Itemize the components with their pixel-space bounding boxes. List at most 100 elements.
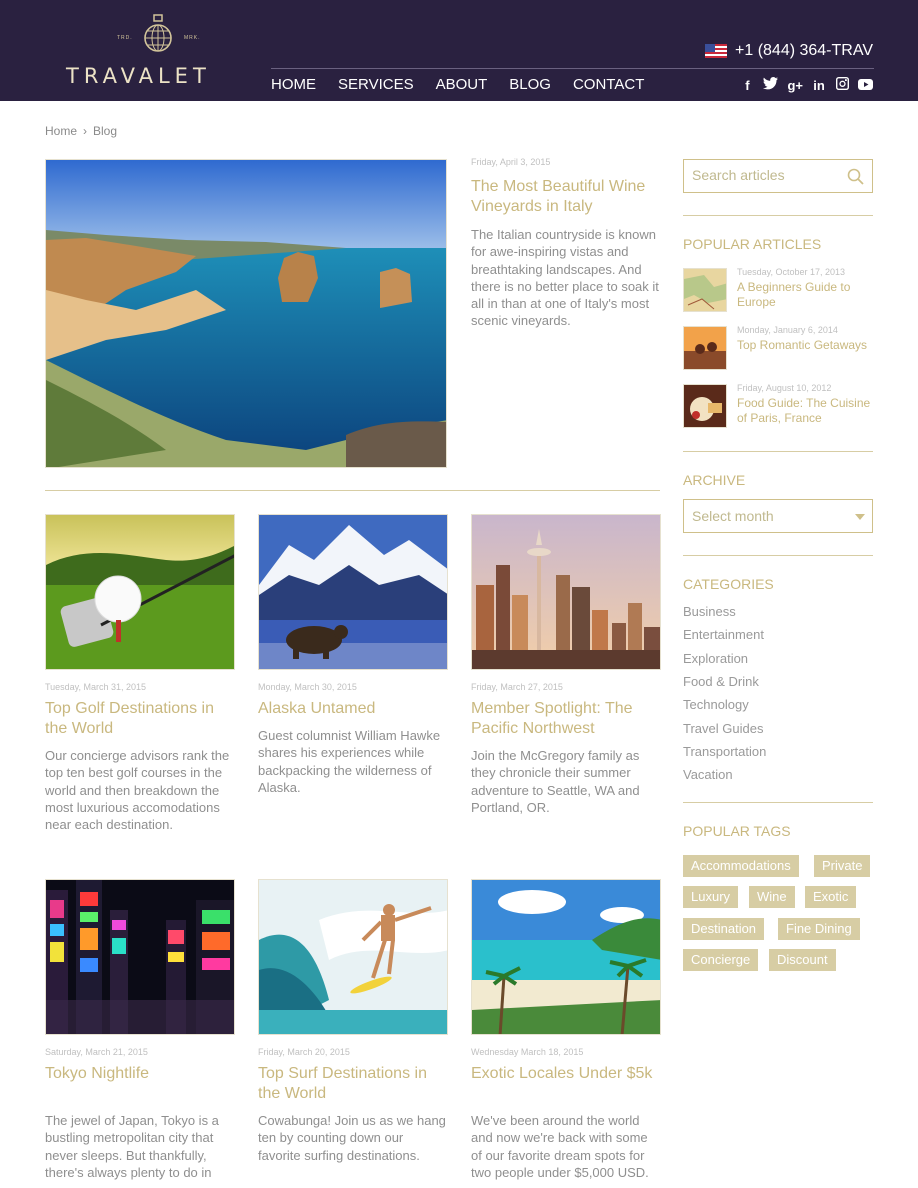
tag-button[interactable]: Luxury bbox=[683, 886, 739, 908]
twitter-icon[interactable] bbox=[763, 77, 779, 94]
popular-article-title[interactable]: A Beginners Guide to Europe bbox=[737, 280, 873, 310]
facebook-icon[interactable]: f bbox=[740, 78, 754, 94]
popular-article-title[interactable]: Top Romantic Getaways bbox=[737, 338, 873, 353]
category-link[interactable]: Entertainment bbox=[683, 627, 764, 642]
nav-blog[interactable]: BLOG bbox=[509, 76, 551, 93]
search-input[interactable] bbox=[692, 167, 842, 183]
tag-button[interactable]: Private bbox=[814, 855, 871, 877]
post-image-tokyo[interactable] bbox=[45, 879, 235, 1035]
category-link[interactable]: Technology bbox=[683, 697, 749, 712]
phone-number[interactable]: +1 (844) 364-TRAV bbox=[735, 42, 873, 60]
post-date: Friday, March 20, 2015 bbox=[258, 1047, 350, 1057]
featured-date: Friday, April 3, 2015 bbox=[471, 157, 551, 167]
nav-home[interactable]: HOME bbox=[271, 76, 316, 93]
post-title[interactable]: Top Surf Destinations in the World bbox=[258, 1064, 448, 1104]
post-title[interactable]: Top Golf Destinations in the World bbox=[45, 699, 235, 739]
logo-wordmark[interactable]: TRAVALET bbox=[66, 64, 211, 88]
nav-about[interactable]: ABOUT bbox=[436, 76, 488, 93]
post-excerpt: Join the McGregory family as they chroni… bbox=[471, 748, 640, 815]
featured-image-coastline[interactable] bbox=[45, 159, 447, 468]
post-card: Friday, March 27, 2015 Member Spotlight:… bbox=[471, 514, 661, 816]
post-image-beach[interactable] bbox=[471, 879, 661, 1035]
post-image-surf[interactable] bbox=[258, 879, 448, 1035]
post-image-seattle[interactable] bbox=[471, 514, 661, 670]
tag-button[interactable]: Accommodations bbox=[683, 855, 799, 877]
post-card: Friday, March 20, 2015 Top Surf Destinat… bbox=[258, 879, 448, 1164]
post-title[interactable]: Alaska Untamed bbox=[258, 699, 448, 719]
popular-article-date: Monday, January 6, 2014 bbox=[737, 325, 838, 335]
category-link[interactable]: Travel Guides bbox=[683, 721, 763, 736]
tag-button[interactable]: Concierge bbox=[683, 949, 759, 971]
instagram-icon[interactable] bbox=[835, 76, 849, 94]
post-date: Saturday, March 21, 2015 bbox=[45, 1047, 148, 1057]
social-links: f g+ in bbox=[740, 76, 873, 94]
breadcrumb: Home › Blog bbox=[45, 124, 117, 138]
post-image-alaska[interactable] bbox=[258, 514, 448, 670]
caret-down-icon bbox=[855, 514, 865, 520]
category-link[interactable]: Vacation bbox=[683, 767, 733, 782]
tag-button[interactable]: Destination bbox=[683, 918, 765, 940]
archive-select-value: Select month bbox=[692, 508, 774, 524]
post-excerpt: Guest columnist William Hawke shares his… bbox=[258, 728, 441, 795]
post-card: Tuesday, March 31, 2015 Top Golf Destina… bbox=[45, 514, 235, 833]
linkedin-icon[interactable]: in bbox=[812, 78, 826, 94]
logo-mrk-mark: MRK. bbox=[184, 35, 201, 41]
post-date: Monday, March 30, 2015 bbox=[258, 682, 357, 692]
post-image-golf[interactable] bbox=[45, 514, 235, 670]
tag-button[interactable]: Discount bbox=[769, 949, 836, 971]
chevron-right-icon: › bbox=[83, 124, 88, 138]
popular-article-thumb-food[interactable] bbox=[683, 384, 727, 428]
category-link[interactable]: Business bbox=[683, 604, 736, 619]
category-link[interactable]: Exploration bbox=[683, 651, 748, 666]
post-date: Wednesday March 18, 2015 bbox=[471, 1047, 584, 1057]
popular-tags-heading: POPULAR TAGS bbox=[683, 823, 791, 839]
nav-services[interactable]: SERVICES bbox=[338, 76, 414, 93]
popular-articles-heading: POPULAR ARTICLES bbox=[683, 236, 822, 252]
google-plus-icon[interactable]: g+ bbox=[787, 78, 803, 94]
post-title[interactable]: Exotic Locales Under $5k bbox=[471, 1064, 661, 1104]
logo-emblem-icon bbox=[144, 14, 172, 52]
search-box bbox=[683, 159, 873, 193]
sidebar-divider bbox=[683, 215, 873, 216]
popular-article-thumb-map[interactable] bbox=[683, 268, 727, 312]
archive-select[interactable]: Select month bbox=[683, 499, 873, 533]
post-card: Saturday, March 21, 2015 Tokyo Nightlife… bbox=[45, 879, 235, 1181]
popular-article-title[interactable]: Food Guide: The Cuisine of Paris, France bbox=[737, 396, 873, 426]
youtube-icon[interactable] bbox=[858, 78, 873, 94]
header-divider bbox=[271, 68, 874, 69]
phone-contact[interactable]: +1 (844) 364-TRAV bbox=[705, 42, 873, 60]
tag-button[interactable]: Exotic bbox=[805, 886, 857, 908]
featured-excerpt: The Italian countryside is known for awe… bbox=[471, 227, 659, 329]
post-date: Friday, March 27, 2015 bbox=[471, 682, 563, 692]
post-date: Tuesday, March 31, 2015 bbox=[45, 682, 147, 692]
popular-article-date: Tuesday, October 17, 2013 bbox=[737, 267, 846, 277]
us-flag-icon bbox=[705, 44, 727, 58]
post-title[interactable]: Member Spotlight: The Pacific Northwest bbox=[471, 699, 661, 739]
content-divider bbox=[45, 490, 660, 491]
post-excerpt: Cowabunga! Join us as we hang ten by cou… bbox=[258, 1113, 446, 1163]
sidebar-divider bbox=[683, 802, 873, 803]
sidebar-divider bbox=[683, 451, 873, 452]
nav-contact[interactable]: CONTACT bbox=[573, 76, 644, 93]
archive-heading: ARCHIVE bbox=[683, 472, 746, 488]
search-icon[interactable] bbox=[847, 168, 864, 185]
post-excerpt: The jewel of Japan, Tokyo is a bustling … bbox=[45, 1113, 219, 1180]
categories-heading: CATEGORIES bbox=[683, 576, 774, 592]
tag-button[interactable]: Fine Dining bbox=[778, 918, 860, 940]
breadcrumb-home[interactable]: Home bbox=[45, 124, 77, 138]
post-excerpt: Our concierge advisors rank the top ten … bbox=[45, 748, 230, 833]
site-header: TRD. MRK. TRAVALET +1 (844) 364-TRAV HOM… bbox=[0, 0, 918, 101]
breadcrumb-current: Blog bbox=[93, 124, 118, 138]
popular-article-date: Friday, August 10, 2012 bbox=[737, 383, 832, 393]
category-link[interactable]: Transportation bbox=[683, 744, 766, 759]
tag-button[interactable]: Wine bbox=[749, 886, 795, 908]
logo-trd-mark: TRD. bbox=[117, 35, 133, 41]
popular-article-thumb-couple[interactable] bbox=[683, 326, 727, 370]
category-link[interactable]: Food & Drink bbox=[683, 674, 759, 689]
featured-title[interactable]: The Most Beautiful Wine Vineyards in Ita… bbox=[471, 177, 661, 217]
post-excerpt: We've been around the world and now we'r… bbox=[471, 1113, 649, 1180]
post-title[interactable]: Tokyo Nightlife bbox=[45, 1064, 235, 1104]
post-card: Wednesday March 18, 2015 Exotic Locales … bbox=[471, 879, 661, 1181]
post-card: Monday, March 30, 2015 Alaska Untamed Gu… bbox=[258, 514, 448, 796]
main-nav: HOME SERVICES ABOUT BLOG CONTACT bbox=[271, 76, 666, 93]
